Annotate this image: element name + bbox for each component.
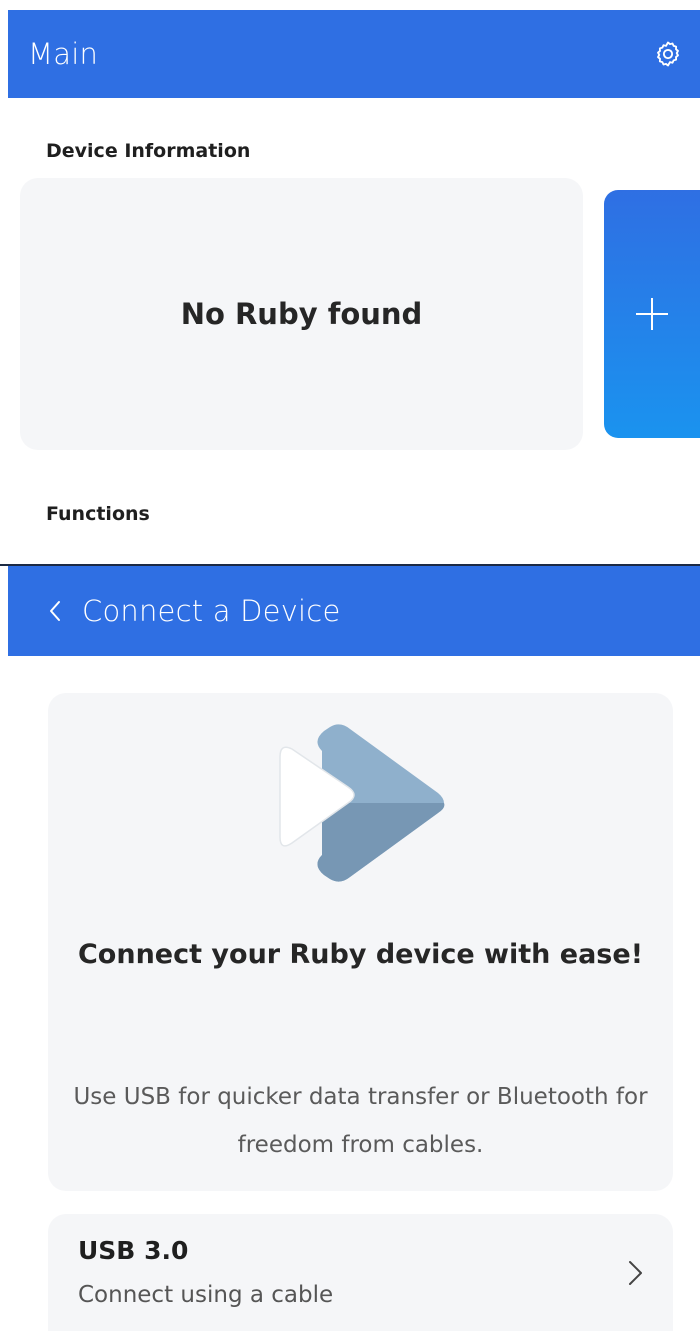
add-device-button[interactable] [604,190,700,438]
connect-intro-description: Use USB for quicker data transfer or Blu… [73,1084,648,1158]
functions-label: Functions [46,503,150,525]
gear-icon [657,41,679,67]
back-button[interactable] [42,591,68,631]
main-header-title: Main [28,37,99,71]
no-device-message: No Ruby found [180,297,423,331]
connect-intro-title: Connect your Ruby device with ease! [77,939,644,970]
usb-option-title: USB 3.0 [78,1236,189,1265]
plus-icon [636,298,668,330]
usb-option-subtitle: Connect using a cable [78,1282,334,1308]
chevron-left-icon [50,601,60,621]
main-header: Main [8,10,700,98]
connect-intro-card: Connect your Ruby device with ease! Use … [48,693,673,1191]
connect-header: Connect a Device [8,566,700,656]
screen-divider [0,564,700,566]
usb-option[interactable]: USB 3.0 Connect using a cable [48,1214,673,1331]
chevron-right-icon [629,1261,642,1285]
connect-header-title: Connect a Device [82,594,341,628]
device-information-label: Device Information [46,140,251,162]
settings-button[interactable] [650,36,686,72]
connect-device-screen: Connect a Device Connect your Ruby devic… [0,566,700,1331]
device-info-card: No Ruby found [20,178,583,450]
play-icon [279,724,445,882]
main-screen: Main Device Information No Ruby found Fu… [0,0,700,566]
